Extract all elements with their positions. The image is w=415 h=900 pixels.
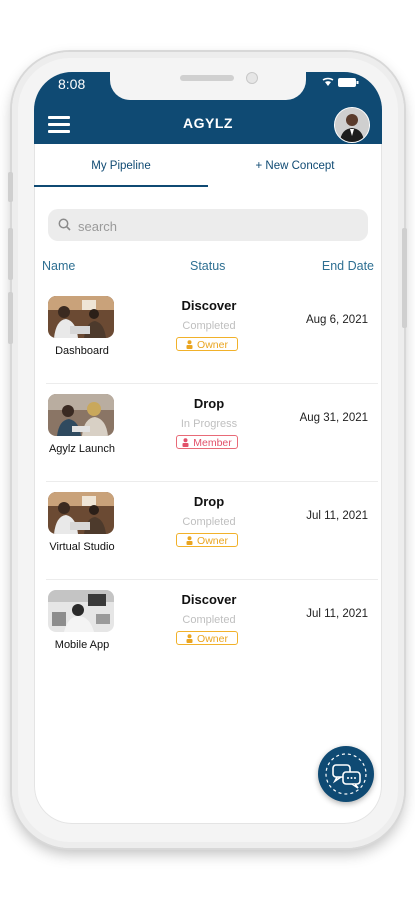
tab-my-pipeline[interactable]: My Pipeline (34, 144, 208, 188)
project-progress: Completed (182, 614, 236, 626)
app-screen: 8:08 AGYLZ My Pipeline + New Concept sea… (34, 72, 382, 824)
power-button (402, 228, 407, 328)
table-row[interactable]: Virtual Studio Drop Completed Owner Jul … (34, 482, 382, 580)
wifi-battery-icon (322, 77, 359, 87)
role-label: Owner (197, 535, 228, 547)
project-progress: Completed (182, 516, 236, 528)
project-end-date: Jul 11, 2021 (306, 510, 368, 522)
device-notch (110, 72, 306, 100)
person-icon (182, 438, 189, 447)
speaker-grill (180, 75, 234, 81)
mute-switch (8, 172, 13, 202)
volume-down-button (8, 292, 13, 344)
app-title: AGYLZ (183, 115, 233, 131)
role-label: Owner (197, 339, 228, 351)
project-progress: Completed (182, 320, 236, 332)
column-header-name[interactable]: Name (42, 259, 75, 273)
search-icon (58, 218, 71, 231)
chat-fab-button[interactable] (318, 746, 374, 802)
status-icons (322, 76, 362, 91)
project-name: Virtual Studio (49, 541, 115, 553)
project-thumbnail (48, 296, 114, 338)
project-thumbnail (48, 492, 114, 534)
role-badge: Member (176, 435, 238, 449)
table-row[interactable]: Dashboard Discover Completed Owner Aug 6… (34, 286, 382, 384)
role-label: Member (193, 437, 232, 449)
project-stage: Drop (193, 494, 225, 509)
project-end-date: Jul 11, 2021 (306, 608, 368, 620)
project-name: Agylz Launch (48, 443, 116, 455)
tab-new-concept[interactable]: + New Concept (208, 144, 382, 188)
project-name: Mobile App (54, 639, 110, 651)
user-avatar[interactable] (334, 107, 370, 143)
table-row[interactable]: Mobile App Discover Completed Owner Jul … (34, 580, 382, 678)
project-stage: Discover (181, 298, 237, 313)
project-name: Dashboard (55, 345, 109, 357)
active-tab-indicator (34, 185, 208, 187)
project-thumbnail (48, 394, 114, 436)
role-label: Owner (197, 633, 228, 645)
project-end-date: Aug 6, 2021 (305, 314, 368, 326)
tab-bar: My Pipeline + New Concept (34, 144, 382, 188)
role-badge: Owner (176, 337, 238, 351)
project-progress: In Progress (180, 418, 238, 430)
person-icon (186, 340, 193, 349)
status-time: 8:08 (58, 76, 86, 92)
search-input[interactable] (76, 215, 350, 237)
project-stage: Drop (193, 396, 225, 411)
search-bar[interactable] (48, 209, 368, 241)
person-icon (186, 536, 193, 545)
project-stage: Discover (181, 592, 237, 607)
person-icon (186, 634, 193, 643)
column-header-status[interactable]: Status (190, 259, 225, 273)
column-header-end-date[interactable]: End Date (322, 259, 374, 273)
project-thumbnail (48, 590, 114, 632)
role-badge: Owner (176, 631, 238, 645)
role-badge: Owner (176, 533, 238, 547)
volume-up-button (8, 228, 13, 280)
chat-bubbles-icon (325, 753, 367, 795)
front-camera (246, 72, 258, 84)
table-row[interactable]: Agylz Launch Drop In Progress Member Aug… (34, 384, 382, 482)
project-end-date: Aug 31, 2021 (299, 412, 368, 424)
